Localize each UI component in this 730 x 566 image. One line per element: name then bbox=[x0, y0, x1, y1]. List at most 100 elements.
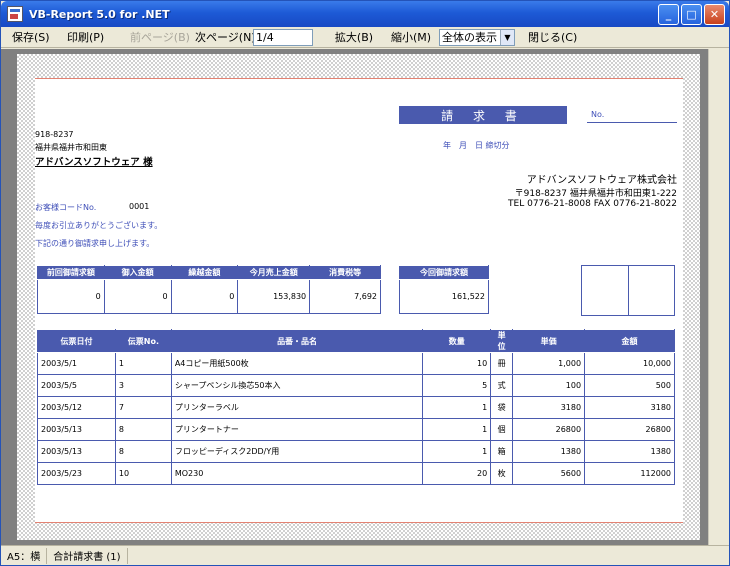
summary-header: 前回御請求額 bbox=[37, 265, 105, 280]
cell-price: 1380 bbox=[512, 440, 586, 463]
cell-date: 2003/5/1 bbox=[37, 352, 116, 375]
cell-qty: 20 bbox=[422, 462, 492, 485]
cell-unit: 枚 bbox=[490, 462, 514, 485]
detail-header: 伝票日付 bbox=[37, 329, 116, 353]
current-total-label: 今回御請求額 bbox=[399, 265, 489, 280]
close-report-button[interactable]: 閉じる(C) bbox=[523, 28, 577, 46]
cell-price: 5600 bbox=[512, 462, 586, 485]
table-row: 2003/5/23 10 MO230 20 枚 5600 112000 bbox=[37, 462, 675, 485]
cell-item: プリンタートナー bbox=[170, 418, 424, 441]
summary-value: 0 bbox=[103, 279, 172, 314]
cell-unit: 袋 bbox=[490, 396, 514, 419]
vertical-scrollbar[interactable] bbox=[708, 49, 729, 545]
cell-slip-no: 3 bbox=[114, 374, 172, 397]
current-total-table: 今回御請求額 161,522 bbox=[399, 265, 489, 314]
toolbar: 保存(S) 印刷(P) 前ページ(B) 次ページ(N) 1/4 拡大(B) 縮小… bbox=[1, 27, 729, 48]
cell-price: 1,000 bbox=[512, 352, 586, 375]
margin-line-top bbox=[35, 78, 683, 79]
current-total-value: 161,522 bbox=[399, 279, 489, 314]
detail-header: 金額 bbox=[584, 329, 675, 353]
cell-amount: 1380 bbox=[584, 440, 675, 463]
cell-item: フロッピーディスク2DD/Y用 bbox=[170, 440, 424, 463]
status-bar: A5：横 合計請求書 (1) bbox=[1, 545, 729, 565]
cell-amount: 3180 bbox=[584, 396, 675, 419]
table-row: 2003/5/1 1 A4コピー用紙500枚 10 冊 1,000 10,000 bbox=[37, 352, 675, 375]
report-sheet: 請 求 書 No. 年 月 日 締切分 918-8237 福井県福井市和田東 ア… bbox=[35, 78, 683, 523]
cell-qty: 1 bbox=[422, 440, 492, 463]
greeting-line-2: 下記の通り御請求申し上げます。 bbox=[35, 239, 155, 248]
cell-slip-no: 1 bbox=[114, 352, 172, 375]
cell-date: 2003/5/23 bbox=[37, 462, 116, 485]
customer-code-label: お客様コードNo. bbox=[35, 203, 97, 212]
cell-unit: 個 bbox=[490, 418, 514, 441]
summary-header-row: 前回御請求額 御入金額 繰越金額 今月売上金額 消費税等 bbox=[37, 265, 381, 280]
zoom-select[interactable]: 全体の表示 ▼ bbox=[439, 28, 515, 46]
customer-name: アドバンスソフトウェア 様 bbox=[35, 157, 153, 168]
app-icon bbox=[7, 6, 23, 22]
cell-amount: 112000 bbox=[584, 462, 675, 485]
detail-header-row: 伝票日付 伝票No. 品番・品名 数量 単位 単価 金額 bbox=[37, 329, 675, 353]
detail-header: 伝票No. bbox=[114, 329, 172, 353]
cell-slip-no: 8 bbox=[114, 440, 172, 463]
summary-value: 7,692 bbox=[309, 279, 381, 314]
chevron-down-icon[interactable]: ▼ bbox=[500, 29, 514, 45]
cell-slip-no: 8 bbox=[114, 418, 172, 441]
next-page-button[interactable]: 次ページ(N) bbox=[190, 28, 256, 46]
greeting-line-1: 毎度お引立ありがとうございます。 bbox=[35, 221, 163, 230]
cell-item: MO230 bbox=[170, 462, 424, 485]
close-window-button[interactable]: ✕ bbox=[704, 4, 725, 25]
cell-item: プリンターラベル bbox=[170, 396, 424, 419]
customer-address: 福井県福井市和田東 bbox=[35, 143, 107, 152]
report-viewer: 請 求 書 No. 年 月 日 締切分 918-8237 福井県福井市和田東 ア… bbox=[1, 49, 708, 545]
table-row: 2003/5/13 8 フロッピーディスク2DD/Y用 1 箱 1380 138… bbox=[37, 440, 675, 463]
cell-date: 2003/5/5 bbox=[37, 374, 116, 397]
cell-date: 2003/5/12 bbox=[37, 396, 116, 419]
cell-unit: 式 bbox=[490, 374, 514, 397]
margin-line-bottom bbox=[35, 522, 683, 523]
cell-amount: 10,000 bbox=[584, 352, 675, 375]
zoom-select-value: 全体の表示 bbox=[442, 31, 497, 44]
detail-header: 単位 bbox=[490, 329, 514, 353]
no-label: No. bbox=[591, 110, 605, 119]
cell-amount: 26800 bbox=[584, 418, 675, 441]
cell-price: 3180 bbox=[512, 396, 586, 419]
cell-qty: 10 bbox=[422, 352, 492, 375]
cell-unit: 冊 bbox=[490, 352, 514, 375]
cell-qty: 5 bbox=[422, 374, 492, 397]
table-row: 2003/5/5 3 シャープペンシル換芯50本入 5 式 100 500 bbox=[37, 374, 675, 397]
summary-table: 前回御請求額 御入金額 繰越金額 今月売上金額 消費税等 0 0 0 153,8… bbox=[37, 265, 381, 314]
zoom-in-button[interactable]: 拡大(B) bbox=[325, 28, 383, 46]
maximize-button[interactable]: □ bbox=[681, 4, 702, 25]
stamp-box bbox=[627, 265, 675, 316]
stamp-box bbox=[581, 265, 629, 316]
cell-qty: 1 bbox=[422, 418, 492, 441]
save-button[interactable]: 保存(S) bbox=[7, 28, 59, 46]
summary-value: 0 bbox=[37, 279, 105, 314]
detail-header: 品番・品名 bbox=[170, 329, 424, 353]
no-underline bbox=[587, 122, 677, 123]
cell-amount: 500 bbox=[584, 374, 675, 397]
detail-header: 単価 bbox=[512, 329, 586, 353]
window-title: VB-Report 5.0 for .NET bbox=[29, 7, 170, 21]
cell-date: 2003/5/13 bbox=[37, 440, 116, 463]
cell-item: シャープペンシル換芯50本入 bbox=[170, 374, 424, 397]
invoice-title: 請 求 書 bbox=[399, 106, 567, 124]
status-document-tab[interactable]: 合計請求書 (1) bbox=[47, 547, 128, 564]
print-button[interactable]: 印刷(P) bbox=[62, 28, 122, 46]
customer-code: 0001 bbox=[129, 202, 150, 211]
page-field[interactable]: 1/4 bbox=[253, 28, 313, 46]
cell-price: 26800 bbox=[512, 418, 586, 441]
summary-header: 消費税等 bbox=[309, 265, 381, 280]
zoom-out-button[interactable]: 縮小(M) bbox=[386, 28, 436, 46]
summary-value: 153,830 bbox=[237, 279, 311, 314]
cell-unit: 箱 bbox=[490, 440, 514, 463]
company-tel: TEL 0776-21-8008 FAX 0776-21-8022 bbox=[508, 199, 677, 209]
customer-zip: 918-8237 bbox=[35, 130, 74, 139]
prev-page-button[interactable]: 前ページ(B) bbox=[125, 28, 190, 46]
minimize-button[interactable]: _ bbox=[658, 4, 679, 25]
title-bar[interactable]: VB-Report 5.0 for .NET _ □ ✕ bbox=[1, 1, 729, 27]
company-name: アドバンスソフトウェア株式会社 bbox=[526, 175, 677, 186]
paper: 請 求 書 No. 年 月 日 締切分 918-8237 福井県福井市和田東 ア… bbox=[17, 54, 700, 540]
detail-header: 数量 bbox=[422, 329, 492, 353]
cell-price: 100 bbox=[512, 374, 586, 397]
